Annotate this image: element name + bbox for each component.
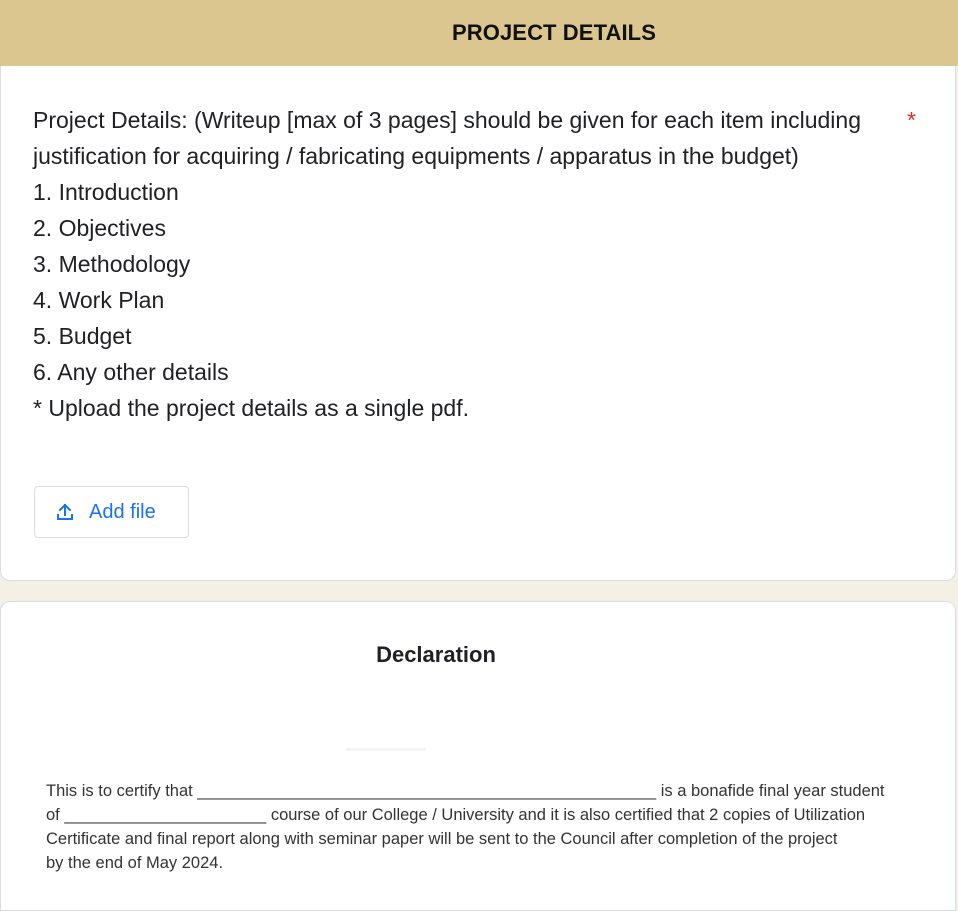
divider	[346, 748, 426, 751]
question-line: * Upload the project details as a single…	[33, 395, 469, 421]
declaration-line: by the end of May 2024.	[46, 854, 224, 872]
section-title: PROJECT DETAILS	[451, 20, 656, 45]
declaration-title: Declaration	[376, 642, 496, 667]
declaration-line: Certificate and final report along with …	[46, 830, 838, 848]
declaration-image-text: This is to certify that ________________…	[46, 779, 926, 875]
question-line: 1. Introduction	[33, 179, 179, 205]
declaration-card: Declaration This is to certify that ____…	[0, 601, 956, 911]
upload-icon	[55, 502, 75, 522]
question-line: 5. Budget	[33, 323, 132, 349]
add-file-label: Add file	[89, 500, 156, 523]
question-line: justification for acquiring / fabricatin…	[33, 143, 799, 169]
question-line: 4. Work Plan	[33, 287, 165, 313]
question-text: Project Details: (Writeup [max of 3 page…	[33, 102, 903, 426]
question-line: Project Details: (Writeup [max of 3 page…	[33, 107, 861, 133]
question-line: 6. Any other details	[33, 359, 229, 385]
section-header: PROJECT DETAILS	[0, 0, 958, 66]
question-card: Project Details: (Writeup [max of 3 page…	[0, 66, 956, 581]
question-line: 2. Objectives	[33, 215, 166, 241]
add-file-button[interactable]: Add file	[34, 486, 189, 538]
declaration-line: This is to certify that ________________…	[46, 782, 885, 800]
question-line: 3. Methodology	[33, 251, 191, 277]
required-asterisk: *	[907, 107, 916, 133]
declaration-line: of ______________________ course of our …	[46, 806, 866, 824]
